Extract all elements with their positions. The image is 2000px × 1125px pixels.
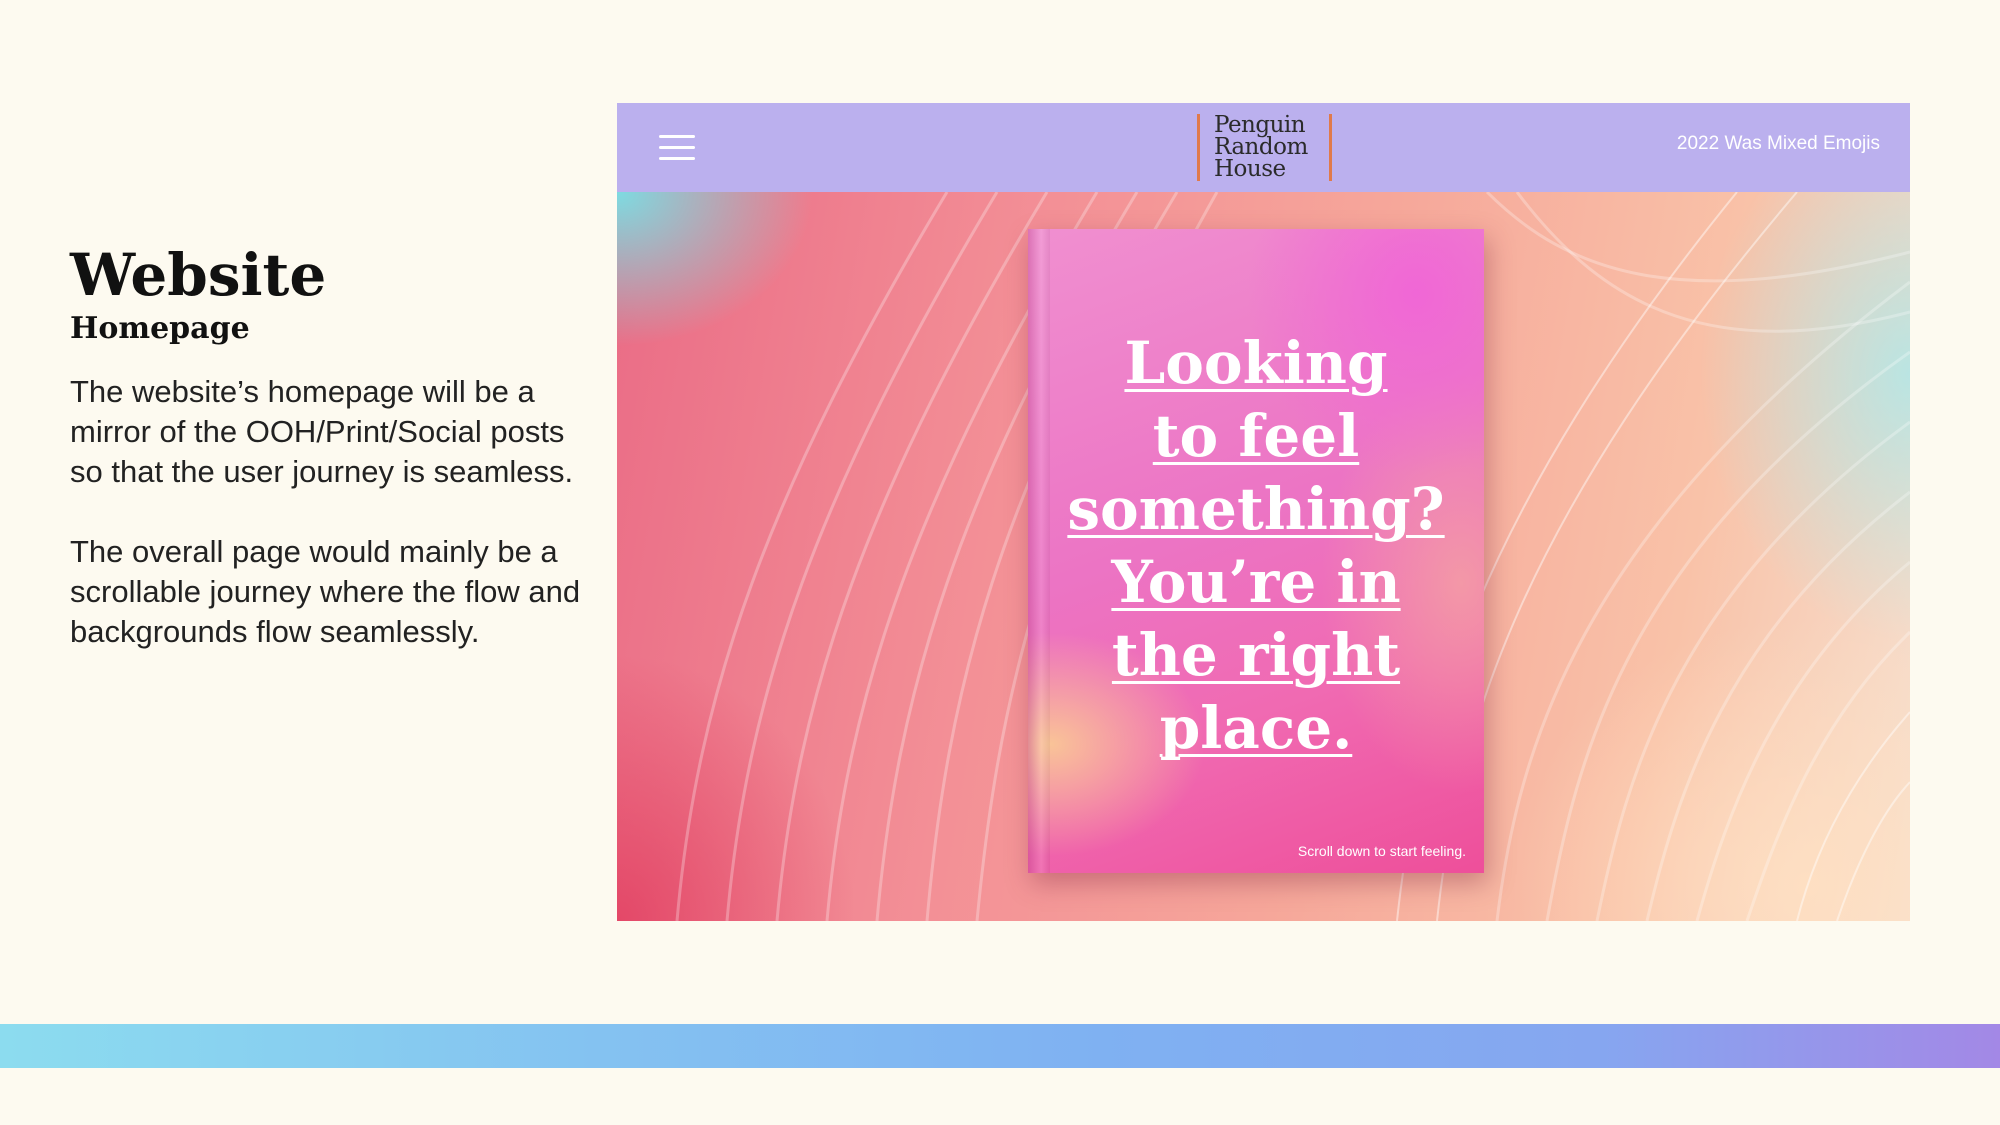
headline-line-4: You’re in <box>1111 548 1401 616</box>
website-mockup: Penguin Random House 2022 Was Mixed Emoj… <box>617 103 1910 921</box>
headline-line-5: the right <box>1111 621 1401 689</box>
hero-section: Looking to feel something? You’re in the… <box>617 192 1910 921</box>
logo-line-2: Random <box>1214 134 1308 160</box>
logo-line-1: Penguin <box>1214 112 1306 138</box>
book-cover: Looking to feel something? You’re in the… <box>1028 229 1484 873</box>
hero-headline: Looking to feel something? You’re in the… <box>1028 327 1484 765</box>
penguin-random-house-logo[interactable]: Penguin Random House <box>1197 114 1332 181</box>
slide-paragraph-1: The website’s homepage will be a mirror … <box>70 374 574 489</box>
footer-gradient-bar <box>0 1024 2000 1068</box>
slide-subtitle: Homepage <box>70 311 250 346</box>
site-header: Penguin Random House 2022 Was Mixed Emoj… <box>617 103 1910 192</box>
headline-line-6: place. <box>1159 694 1353 762</box>
header-nav-link[interactable]: 2022 Was Mixed Emojis <box>1677 133 1880 155</box>
headline-line-2: to feel <box>1152 402 1360 470</box>
slide-title: Website <box>70 241 327 309</box>
headline-line-3: something? <box>1067 475 1445 543</box>
hamburger-menu-icon[interactable] <box>659 135 695 161</box>
slide-text-block: Website Homepage The website’s homepage … <box>70 240 590 692</box>
slide-paragraph-2: The overall page would mainly be a scrol… <box>70 534 581 649</box>
headline-line-1: Looking <box>1124 329 1388 397</box>
scroll-cta[interactable]: Scroll down to start feeling. <box>1298 843 1466 859</box>
logo-line-3: House <box>1214 156 1286 182</box>
